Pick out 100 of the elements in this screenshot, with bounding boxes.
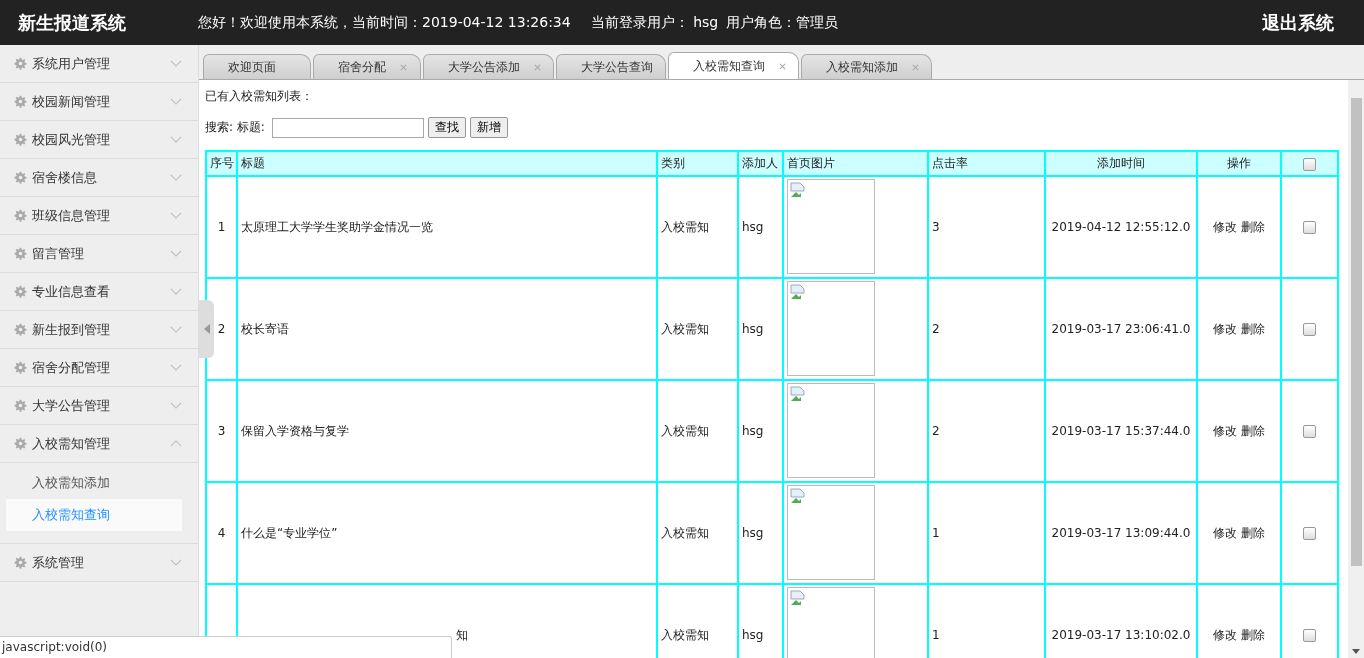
broken-image-icon: [790, 590, 806, 606]
chevron-down-icon: [170, 212, 182, 219]
table-cell: hsg: [742, 628, 764, 642]
row-action-link[interactable]: 修改: [1213, 525, 1238, 540]
sidebar-subitem[interactable]: 入校需知添加: [6, 467, 182, 499]
table-cell: 2019-04-12 12:55:12.0: [1051, 220, 1191, 234]
column-header: 添加人: [738, 151, 783, 176]
table-cell: 入校需知: [661, 321, 709, 336]
row-action-link[interactable]: 删除: [1240, 627, 1265, 642]
chevron-down-icon: [170, 250, 182, 257]
gear-icon: [14, 209, 27, 222]
gear-icon: [14, 285, 27, 298]
close-icon[interactable]: [779, 62, 786, 70]
close-icon[interactable]: [534, 63, 541, 71]
tab[interactable]: 大学公告添加: [423, 54, 554, 79]
table-cell: 4: [217, 526, 226, 540]
logout-link[interactable]: 退出系统: [1262, 10, 1334, 35]
table-cell: 1: [932, 628, 940, 642]
sidebar-item[interactable]: 宿舍分配管理: [0, 349, 198, 387]
tab[interactable]: 欢迎页面: [203, 54, 311, 79]
sidebar-item[interactable]: 宿舍楼信息: [0, 159, 198, 197]
row-action-link[interactable]: 删除: [1240, 525, 1265, 540]
sidebar-item[interactable]: 系统管理: [0, 544, 198, 582]
scroll-down-icon[interactable]: [1352, 649, 1360, 654]
table-cell: 什么是“专业学位”: [241, 525, 338, 540]
tab[interactable]: 入校需知添加: [801, 54, 932, 79]
table-cell: 1: [217, 220, 226, 234]
table-cell: 2: [217, 322, 226, 336]
chevron-down-icon: [170, 174, 182, 181]
column-header: 点击率: [928, 151, 1045, 176]
sidebar-item[interactable]: 专业信息查看: [0, 273, 198, 311]
chevron-down-icon: [170, 98, 182, 105]
checkbox[interactable]: [1303, 425, 1316, 438]
checkbox[interactable]: [1303, 157, 1316, 171]
gear-icon: [14, 361, 27, 374]
table-cell: 2019-03-17 15:37:44.0: [1051, 424, 1191, 438]
checkbox[interactable]: [1303, 629, 1316, 642]
list-title: 已有入校需知列表：: [205, 88, 314, 105]
chevron-up-icon: [170, 440, 182, 447]
tab[interactable]: 宿舍分配: [313, 54, 421, 79]
table-cell: hsg: [742, 322, 764, 336]
table-cell: 2019-03-17 23:06:41.0: [1051, 322, 1191, 336]
table-cell: 入校需知: [661, 525, 709, 540]
sidebar-item[interactable]: 校园新闻管理: [0, 83, 198, 121]
table-cell: 太原理工大学学生奖助学金情况一览: [241, 219, 433, 234]
chevron-down-icon: [170, 288, 182, 295]
column-header: 类别: [657, 151, 738, 176]
gear-icon: [14, 133, 27, 146]
row-action-link[interactable]: 删除: [1240, 219, 1265, 234]
sidebar-item[interactable]: 班级信息管理: [0, 197, 198, 235]
row-action-link[interactable]: 修改: [1213, 219, 1238, 234]
chevron-down-icon: [170, 136, 182, 143]
search-field[interactable]: [271, 117, 424, 138]
chevron-down-icon: [170, 402, 182, 409]
row-action-link[interactable]: 删除: [1240, 423, 1265, 438]
table-cell: hsg: [742, 526, 764, 540]
broken-image-icon: [790, 488, 806, 504]
row-action-link[interactable]: 修改: [1213, 627, 1238, 642]
gear-icon: [14, 57, 27, 70]
table-cell: 入校需知: [661, 219, 709, 234]
sidebar-item[interactable]: 大学公告管理: [0, 387, 198, 425]
chevron-down-icon: [170, 326, 182, 333]
collapse-handle[interactable]: [199, 300, 214, 358]
row-action-link[interactable]: 修改: [1213, 423, 1238, 438]
action-button[interactable]: 查找: [427, 117, 466, 138]
row-action-link[interactable]: 修改: [1213, 321, 1238, 336]
table-cell: 入校需知: [661, 423, 709, 438]
table-cell: 2019-03-17 13:09:44.0: [1051, 526, 1191, 540]
sidebar-item[interactable]: 新生报到管理: [0, 311, 198, 349]
table-cell: hsg: [742, 220, 764, 234]
tab[interactable]: 大学公告查询: [556, 54, 666, 79]
checkbox[interactable]: [1303, 527, 1316, 540]
checkbox[interactable]: [1303, 221, 1316, 234]
sidebar-item[interactable]: 系统用户管理: [0, 45, 198, 83]
sidebar-item[interactable]: 留言管理: [0, 235, 198, 273]
tab[interactable]: 入校需知查询: [668, 52, 799, 79]
table-cell: hsg: [742, 424, 764, 438]
column-header: 添加时间: [1045, 151, 1197, 176]
close-icon[interactable]: [400, 63, 407, 71]
gear-icon: [14, 171, 27, 184]
status-bar: javascript:void(0): [0, 636, 452, 658]
gear-icon: [14, 437, 27, 450]
column-header: 操作: [1197, 151, 1281, 176]
checkbox[interactable]: [1303, 323, 1316, 336]
chevron-down-icon: [170, 364, 182, 371]
row-action-link[interactable]: 删除: [1240, 321, 1265, 336]
sidebar-item[interactable]: 校园风光管理: [0, 121, 198, 159]
chevron-down-icon: [170, 60, 182, 67]
table-cell: 知: [456, 627, 468, 642]
action-button[interactable]: 新增: [469, 117, 508, 138]
table-cell: 2: [932, 322, 940, 336]
close-icon[interactable]: [912, 63, 919, 71]
sidebar-item[interactable]: 入校需知管理: [0, 425, 198, 463]
search-label: 搜索: 标题:: [205, 119, 265, 136]
table-cell: 保留入学资格与复学: [241, 423, 349, 438]
scrollbar[interactable]: [1348, 80, 1364, 658]
greeting-text: 您好！欢迎使用本系统，当前时间：2019-04-12 13:26:34: [198, 13, 571, 32]
column-header: 首页图片: [783, 151, 928, 176]
table-cell: 3: [932, 220, 940, 234]
table-cell: 校长寄语: [241, 321, 289, 336]
